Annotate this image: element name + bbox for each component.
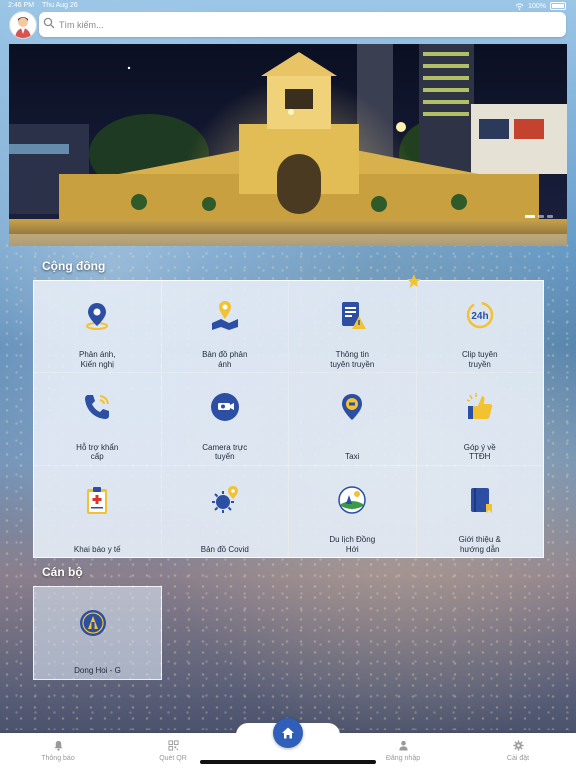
- tile-label: Dong Hoi - G: [74, 666, 121, 675]
- map-pin-icon: [207, 297, 243, 333]
- camera-icon: [207, 389, 243, 425]
- tile-label: Góp ý về TTĐH: [463, 442, 496, 462]
- tab-notifications[interactable]: Thông báo: [28, 740, 88, 762]
- tile-label: Thông tin tuyên truyền: [330, 350, 375, 369]
- tile-label: Clip tuyên truyền: [461, 350, 498, 369]
- tile-health-declaration[interactable]: Khai báo y tế: [34, 465, 161, 557]
- carousel-indicator[interactable]: [525, 215, 553, 218]
- battery-percent: 100%: [528, 2, 546, 10]
- wifi-icon: [515, 2, 524, 10]
- status-day: Thu Aug 26: [42, 2, 78, 9]
- virus-icon: [207, 482, 243, 518]
- battery-icon: [550, 2, 566, 10]
- tile-covid-map[interactable]: Bản đồ Covid: [161, 465, 288, 557]
- tile-clips[interactable]: 24h Clip tuyên truyền: [416, 281, 543, 373]
- tile-label: Camera trực tuyến: [202, 442, 248, 462]
- tile-tourism[interactable]: Du lịch Đồng Hới: [289, 465, 416, 557]
- tile-taxi[interactable]: Taxi: [289, 373, 416, 465]
- tile-suggestions[interactable]: Góp ý về TTĐH: [416, 373, 543, 465]
- tab-qr-scan[interactable]: Quét QR: [143, 740, 203, 762]
- status-right: 100%: [515, 2, 566, 10]
- avatar[interactable]: [9, 11, 37, 39]
- tab-login[interactable]: Đăng nhập: [373, 740, 433, 762]
- home-icon: [282, 727, 294, 739]
- tile-feedback-map[interactable]: Bản đồ phản ánh: [161, 281, 288, 373]
- thumbs-up-icon: [462, 389, 498, 425]
- tab-label: Cài đặt: [506, 755, 530, 762]
- tile-guide[interactable]: Giới thiệu & hướng dẫn: [416, 465, 543, 557]
- tile-announcements[interactable]: Thông tin tuyên truyền: [289, 274, 421, 373]
- status-bar: 2:46 PM Thu Aug 26 100%: [0, 0, 576, 12]
- travel-icon: [334, 482, 370, 518]
- tile-label: Phản ánh, Kiến nghị: [79, 350, 116, 369]
- tile-label: Du lịch Đồng Hới: [329, 535, 376, 554]
- gate-photo: [9, 44, 567, 246]
- bell-icon: [53, 740, 63, 751]
- location-pin-icon: [79, 297, 115, 333]
- tile-label: Bản đồ Covid: [200, 544, 249, 554]
- book-icon: [462, 482, 498, 518]
- banner-image[interactable]: [9, 44, 567, 246]
- section-title-officials: Cán bộ: [42, 565, 83, 579]
- tile-camera[interactable]: Camera trực tuyến: [161, 373, 288, 465]
- home-button[interactable]: [273, 718, 303, 748]
- user-icon: [398, 740, 408, 751]
- tile-emergency[interactable]: Hỗ trợ khẩn cấp: [34, 373, 161, 465]
- qr-icon: [167, 740, 179, 751]
- announcement-doc-icon: [334, 297, 370, 333]
- search-bar[interactable]: [39, 12, 566, 37]
- status-time: 2:46 PM: [8, 2, 35, 9]
- section-title-community: Cộng đồng: [42, 259, 106, 273]
- home-indicator: [200, 760, 376, 764]
- search-input[interactable]: [57, 14, 541, 36]
- tile-label: Hỗ trợ khẩn cấp: [76, 442, 119, 462]
- phone-icon: [79, 389, 115, 425]
- tile-label: Taxi: [345, 452, 360, 462]
- tile-label: Bản đồ phản ánh: [202, 350, 248, 369]
- taxi-pin-icon: [334, 389, 370, 425]
- tab-label: Thông báo: [41, 755, 75, 762]
- tab-settings[interactable]: Cài đặt: [488, 740, 548, 762]
- tile-official-dong-hoi[interactable]: Dong Hoi - G: [33, 586, 162, 680]
- 24h-icon: 24h: [462, 297, 498, 333]
- medical-clipboard-icon: [79, 482, 115, 518]
- search-icon: [43, 17, 55, 29]
- tile-label: Khai báo y tế: [73, 544, 121, 554]
- tile-label: Giới thiệu & hướng dẫn: [458, 535, 501, 554]
- official-badge-icon: [79, 609, 107, 642]
- tab-label: Quét QR: [159, 755, 187, 762]
- gear-icon: [512, 740, 524, 751]
- svg-text:24h: 24h: [471, 311, 488, 322]
- tab-label: Đăng nhập: [385, 755, 421, 762]
- community-grid: Phản ánh, Kiến nghị Bản đồ phản ánh Thôn…: [33, 274, 544, 558]
- tile-feedback[interactable]: Phản ánh, Kiến nghị: [34, 281, 161, 373]
